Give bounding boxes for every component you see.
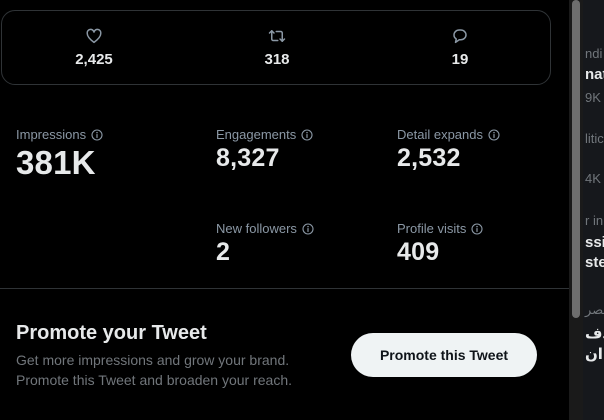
reply-icon [453, 29, 467, 44]
section-divider [0, 288, 569, 289]
detail-expands-label: Detail expands [397, 127, 483, 142]
sidebar-text-fragment[interactable]: ssi [585, 234, 604, 251]
engagements-label-row: Engagements [216, 127, 313, 142]
sidebar-text-fragment: r in [585, 213, 604, 228]
heart-icon [86, 28, 102, 44]
new-followers-metric: New followers 2 [216, 221, 314, 267]
engagements-label: Engagements [216, 127, 297, 142]
detail-expands-label-row: Detail expands [397, 127, 500, 142]
replies-count: 19 [451, 51, 469, 68]
promote-description: Get more impressions and grow your brand… [16, 350, 336, 390]
info-icon[interactable] [488, 128, 500, 141]
sidebar-text-fragment: ndi [585, 46, 603, 61]
sidebar-text-fragment: 9K T [585, 90, 604, 105]
likes-stat[interactable]: 2,425 [54, 27, 134, 68]
sidebar-text-fragment: مصر [585, 302, 604, 317]
profile-visits-metric: Profile visits 409 [397, 221, 483, 267]
engagement-stats-card: 2,425 318 19 [1, 10, 551, 85]
profile-visits-value: 409 [397, 238, 440, 266]
retweets-count: 318 [264, 51, 290, 68]
new-followers-value: 2 [216, 238, 231, 266]
impressions-label: Impressions [16, 127, 87, 142]
replies-stat[interactable]: 19 [420, 27, 500, 68]
engagements-value: 8,327 [216, 144, 280, 172]
info-icon[interactable] [471, 222, 483, 235]
promote-title: Promote your Tweet [16, 322, 207, 344]
tweet-analytics-panel: 2,425 318 19 Impressions 381K Engagement… [0, 0, 569, 420]
promote-description-line-2: Promote this Tweet and broaden your reac… [16, 372, 293, 388]
impressions-metric: Impressions 381K [16, 127, 103, 182]
profile-visits-label-row: Profile visits [397, 221, 483, 236]
sidebar-text-fragment[interactable]: هدف [585, 324, 604, 342]
scrollbar[interactable] [569, 0, 583, 420]
info-icon[interactable] [301, 128, 313, 141]
new-followers-label-row: New followers [216, 221, 314, 236]
promote-tweet-button[interactable]: Promote this Tweet [351, 333, 537, 377]
sidebar-text-fragment: 4K T [585, 171, 604, 186]
info-icon[interactable] [302, 222, 314, 235]
retweets-stat[interactable]: 318 [237, 27, 317, 68]
new-followers-label: New followers [216, 221, 297, 236]
sidebar-text-fragment: litic [585, 131, 604, 146]
impressions-value: 381K [16, 144, 96, 181]
sidebar-text-fragment[interactable]: nat [585, 66, 604, 83]
sidebar-trends-clipped: ndi nat 9K T litic 4K T r in ssi ste مصر… [583, 0, 604, 420]
sidebar-text-fragment[interactable]: ان [585, 345, 603, 363]
likes-count: 2,425 [75, 51, 113, 68]
impressions-label-row: Impressions [16, 127, 103, 142]
sidebar-text-fragment[interactable]: ste [585, 254, 604, 271]
detail-expands-metric: Detail expands 2,532 [397, 127, 500, 173]
info-icon[interactable] [91, 128, 103, 141]
engagements-metric: Engagements 8,327 [216, 127, 313, 173]
retweet-icon [268, 30, 286, 42]
promote-description-line-1: Get more impressions and grow your brand… [16, 352, 290, 368]
detail-expands-value: 2,532 [397, 144, 461, 172]
profile-visits-label: Profile visits [397, 221, 467, 236]
scrollbar-thumb[interactable] [572, 0, 580, 318]
